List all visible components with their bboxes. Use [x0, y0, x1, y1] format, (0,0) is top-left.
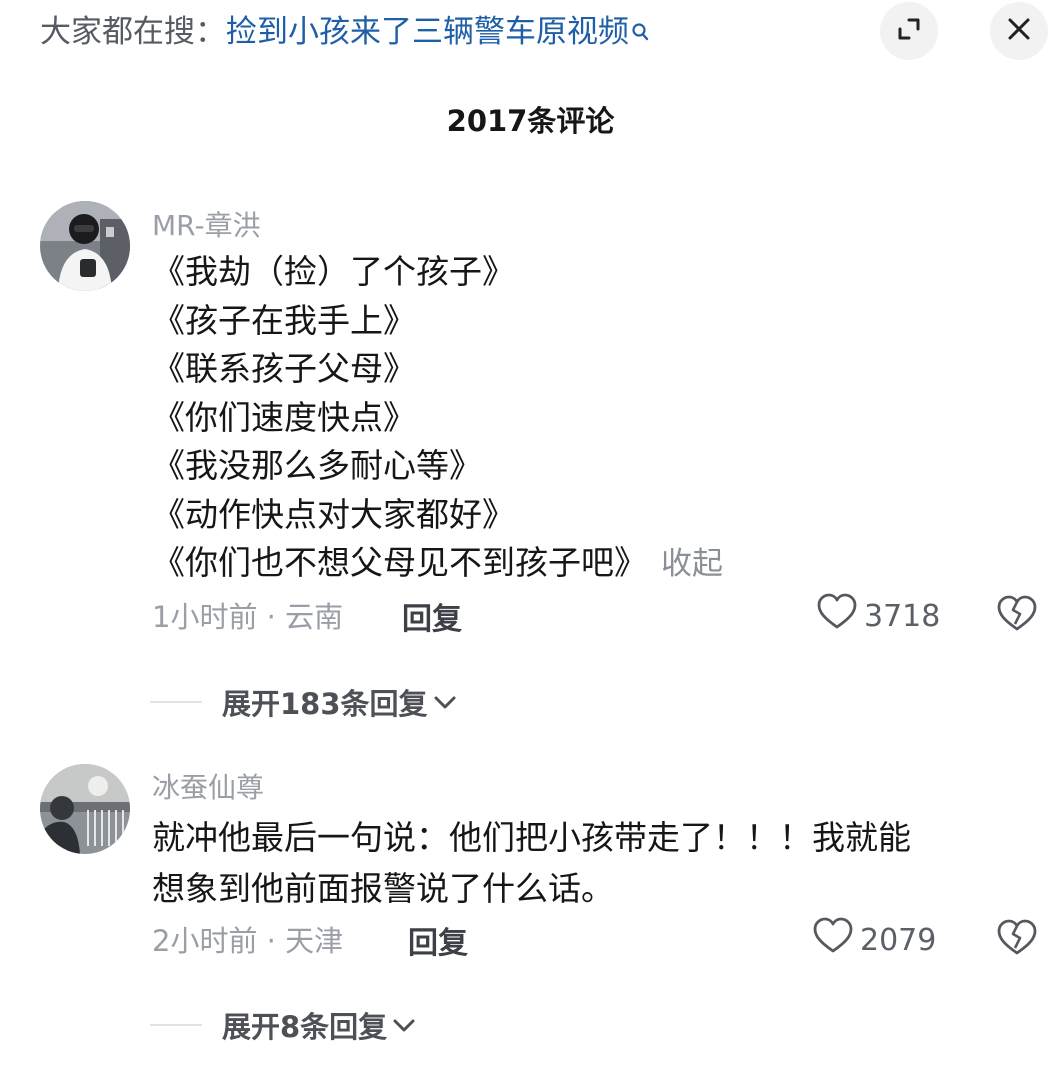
comment-line: 《你们速度快点》 [152, 397, 416, 437]
comment-line: 想象到他前面报警说了什么话。 [152, 869, 614, 908]
broken-heart-icon [996, 595, 1038, 638]
close-button[interactable] [990, 2, 1048, 60]
like-count: 2079 [860, 922, 937, 958]
expand-icon [894, 14, 924, 48]
avatar[interactable] [40, 201, 130, 291]
expand-replies-button[interactable]: 展开183条回复 [150, 681, 458, 723]
divider [150, 701, 202, 703]
avatar[interactable] [40, 764, 130, 854]
expand-replies-button[interactable]: 展开8条回复 [150, 1004, 417, 1046]
username[interactable]: 冰蚕仙尊 [152, 766, 264, 806]
comment-count-title: 2017条评论 [446, 104, 615, 138]
comment-line: 《我没那么多耐心等》 [152, 446, 482, 485]
expand-button[interactable] [880, 2, 938, 60]
comment-meta: 1小时前 · 云南 [152, 600, 344, 634]
chevron-down-icon [428, 685, 458, 719]
like-count: 3718 [864, 598, 941, 634]
divider [150, 1024, 202, 1026]
comment-line: 《动作快点对大家都好》 [152, 494, 515, 534]
like-button[interactable]: 2079 [812, 916, 936, 964]
heart-icon [816, 592, 864, 640]
username[interactable]: MR-章洪 [152, 204, 261, 244]
search-suggestion-query[interactable]: 捡到小孩来了三辆警车原视频 [226, 14, 629, 50]
dislike-button[interactable] [996, 918, 1038, 962]
close-icon [1004, 14, 1034, 48]
comment-text: 就冲他最后一句说：他们把小孩带走了！！！我就能 想象到他前面报警说了什么话。 [152, 812, 1032, 914]
comment-line: 《联系孩子父母》 [152, 349, 416, 388]
broken-heart-icon [996, 919, 1038, 962]
search-suggestion-prefix: 大家都在搜： [40, 14, 226, 50]
expand-replies-label: 展开8条回复 [222, 1010, 388, 1044]
reply-button[interactable]: 回复 [402, 594, 462, 638]
search-suggestion[interactable]: 大家都在搜：捡到小孩来了三辆警车原视频 [40, 8, 651, 58]
top-bar: 大家都在搜：捡到小孩来了三辆警车原视频 [0, 0, 1061, 64]
search-icon [631, 10, 651, 58]
reply-button[interactable]: 回复 [408, 918, 468, 962]
comment-text: 《我劫（捡）了个孩子》 《孩子在我手上》 《联系孩子父母》 《你们速度快点》 《… [152, 248, 1032, 588]
expand-replies-label: 展开183条回复 [222, 687, 428, 721]
dislike-button[interactable] [996, 594, 1038, 638]
comment-line: 《孩子在我手上》 [152, 300, 416, 340]
comment-line: 《你们也不想父母见不到孩子吧》 [152, 543, 647, 582]
like-button[interactable]: 3718 [816, 592, 940, 640]
chevron-down-icon [387, 1008, 417, 1042]
heart-icon [812, 916, 860, 964]
comment-line: 就冲他最后一句说：他们把小孩带走了！！！我就能 [152, 818, 911, 857]
collapse-link[interactable]: 收起 [661, 546, 723, 582]
comment-meta: 2小时前 · 天津 [152, 924, 344, 958]
comment-line: 《我劫（捡）了个孩子》 [152, 252, 515, 291]
